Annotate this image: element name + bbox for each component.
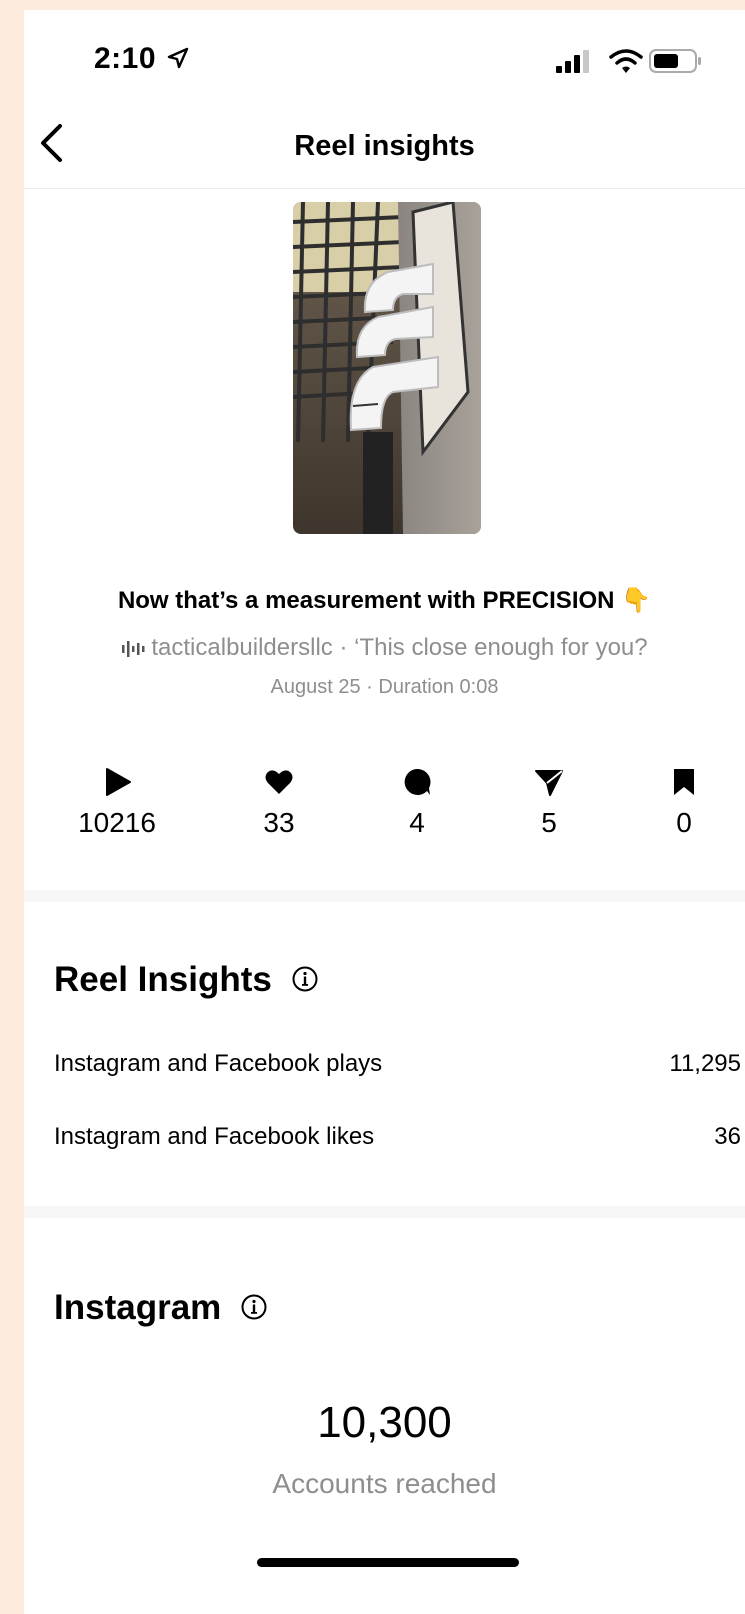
audio-waveform-icon [122,640,145,657]
stat-likes: 33 [219,767,339,839]
row-label: Instagram and Facebook plays [54,1050,383,1077]
heart-icon [265,770,293,794]
phone-screen: 2:10 Reel insights Now that’s a measurem… [24,10,745,1614]
instagram-heading: Instagram [54,1288,267,1328]
info-icon[interactable] [241,1294,267,1320]
insight-row-plays: Instagram and Facebook plays 11,295 [54,1050,741,1078]
stat-value: 10216 [78,807,156,838]
row-value: 11,295 [669,1050,741,1077]
reel-caption: Now that’s a measurement with PRECISION … [117,587,652,614]
row-value: 36 [714,1123,741,1150]
play-icon [106,768,131,796]
row-label: Instagram and Facebook likes [54,1123,375,1150]
stat-plays: 10216 [57,767,177,839]
stat-comments: 4 [357,767,477,839]
stat-value: 4 [409,807,425,838]
stat-shares: 5 [489,767,609,839]
signal-icon [556,50,589,73]
bookmark-icon [674,769,694,795]
comment-icon [404,768,431,795]
status-time: 2:10 [94,42,157,75]
reel-thumbnail[interactable] [293,202,481,534]
share-icon [535,770,563,796]
reel-insights-heading: Reel Insights [54,960,318,1000]
status-bar: 2:10 [24,10,745,90]
stat-value: 5 [541,807,557,838]
page-title: Reel insights [294,130,475,162]
insight-row-likes: Instagram and Facebook likes 36 [54,1123,741,1151]
section-title: Reel Insights [54,960,272,999]
stat-value: 33 [263,807,295,838]
stat-saves: 0 [624,767,744,839]
section-divider [24,890,745,902]
battery-icon [649,49,701,73]
audio-text: tacticalbuildersllc · ‘This close enough… [151,634,648,661]
reel-meta: August 25 · Duration 0:08 [270,676,499,698]
nav-header: Reel insights [24,100,745,189]
home-indicator[interactable] [257,1558,519,1567]
accounts-reached-label: Accounts reached [272,1468,497,1499]
wifi-icon [609,49,643,73]
location-arrow-icon [167,47,189,69]
accounts-reached-value: 10,300 [317,1398,452,1447]
section-title: Instagram [54,1288,222,1327]
section-divider [24,1206,745,1218]
audio-attribution[interactable]: tacticalbuildersllc · ‘This close enough… [24,634,745,662]
info-icon[interactable] [292,966,318,992]
stat-value: 0 [676,807,692,838]
